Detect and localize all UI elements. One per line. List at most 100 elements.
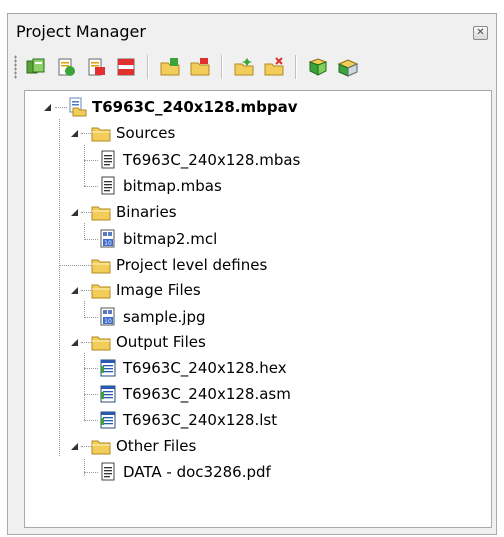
svg-text:10: 10	[104, 240, 112, 247]
image-file-icon: 10	[98, 307, 118, 327]
project-manager-panel: Project Manager ✕ T6963C_240x128.mbpav S…	[7, 13, 497, 535]
file-label: T6963C_240x128.hex	[123, 359, 287, 377]
tree-line	[84, 472, 98, 473]
add-file-icon	[58, 58, 75, 76]
tree-file[interactable]: 10 sample.jpg	[98, 307, 206, 327]
source-file-icon	[98, 150, 118, 170]
binary-file-icon: 10	[98, 229, 118, 249]
tree-line	[84, 317, 98, 318]
tree-file[interactable]: bitmap.mbas	[98, 176, 222, 196]
open-project-icon	[26, 58, 45, 74]
tree-line	[59, 265, 91, 266]
collapse-arrow-icon[interactable]	[43, 103, 52, 112]
add-folder-button[interactable]	[232, 55, 256, 79]
folder-label: Output Files	[116, 333, 206, 351]
tree-line	[59, 119, 60, 456]
folder-label: Binaries	[116, 203, 177, 221]
folder-label: Project level defines	[116, 256, 268, 274]
tree-line	[84, 145, 85, 186]
collapse-arrow-icon[interactable]	[70, 208, 79, 217]
tree-file[interactable]: T6963C_240x128.mbas	[98, 150, 300, 170]
remove-all-button[interactable]	[114, 55, 138, 79]
output-file-icon	[98, 384, 118, 404]
tree-item-project[interactable]: T6963C_240x128.mbpav	[67, 97, 298, 117]
tree-file[interactable]: 10 bitmap2.mcl	[98, 229, 217, 249]
new-folder-icon	[160, 58, 180, 76]
svg-text:10: 10	[104, 318, 112, 325]
collapse-arrow-icon[interactable]	[70, 129, 79, 138]
output-file-icon	[98, 410, 118, 430]
folder-icon	[91, 280, 111, 300]
file-label: T6963C_240x128.mbas	[123, 151, 301, 169]
folder-icon	[91, 202, 111, 222]
folder-icon	[91, 123, 111, 143]
collapse-arrow-icon[interactable]	[70, 338, 79, 347]
remove-file-icon	[88, 58, 105, 76]
build-icon	[308, 58, 328, 76]
tree-line	[84, 301, 85, 318]
tree-folder-images[interactable]: Image Files	[91, 280, 201, 300]
collapse-arrow-icon[interactable]	[70, 286, 79, 295]
remove-folder-button[interactable]	[262, 55, 286, 79]
tree-file[interactable]: T6963C_240x128.asm	[98, 384, 291, 404]
tree-line	[81, 290, 91, 291]
rename-folder-button[interactable]	[188, 55, 212, 79]
file-label: T6963C_240x128.asm	[123, 385, 291, 403]
tree-file[interactable]: T6963C_240x128.hex	[98, 358, 287, 378]
remove-file-button[interactable]	[84, 55, 108, 79]
add-file-button[interactable]	[54, 55, 78, 79]
tree-line	[84, 459, 85, 476]
document-file-icon	[98, 462, 118, 482]
file-label: DATA - doc3286.pdf	[123, 463, 271, 481]
tree-folder-others[interactable]: Other Files	[91, 436, 196, 456]
tree-file[interactable]: T6963C_240x128.lst	[98, 410, 277, 430]
remove-all-icon	[117, 58, 135, 76]
open-project-button[interactable]	[24, 55, 48, 79]
folder-icon	[91, 255, 111, 275]
file-label: sample.jpg	[123, 308, 206, 326]
project-tree[interactable]: T6963C_240x128.mbpav Sources T6963C_240x…	[24, 90, 492, 528]
folder-label: Sources	[116, 124, 176, 142]
panel-title: Project Manager	[16, 22, 146, 41]
tree-line	[81, 212, 91, 213]
folder-icon	[91, 332, 111, 352]
tree-line	[81, 133, 91, 134]
toolbar-grip[interactable]	[14, 55, 17, 79]
output-file-icon	[98, 358, 118, 378]
tree-line	[84, 368, 98, 369]
remove-folder-icon	[264, 57, 284, 76]
tree-folder-sources[interactable]: Sources	[91, 123, 175, 143]
tree-line	[55, 107, 67, 108]
tree-folder-defines[interactable]: Project level defines	[91, 255, 267, 275]
tree-line	[84, 223, 85, 240]
project-name: T6963C_240x128.mbpav	[92, 98, 298, 116]
folder-label: Image Files	[116, 281, 201, 299]
tree-line	[84, 239, 98, 240]
tree-line	[81, 446, 91, 447]
file-label: T6963C_240x128.lst	[123, 411, 278, 429]
tree-line	[84, 186, 98, 187]
build-button[interactable]	[306, 55, 330, 79]
close-button[interactable]: ✕	[473, 26, 488, 40]
file-label: bitmap2.mcl	[123, 230, 218, 248]
new-folder-button[interactable]	[158, 55, 182, 79]
build-all-button[interactable]	[336, 55, 360, 79]
tree-folder-outputs[interactable]: Output Files	[91, 332, 206, 352]
tree-line	[81, 342, 91, 343]
close-icon: ✕	[476, 27, 485, 38]
file-label: bitmap.mbas	[123, 177, 222, 195]
collapse-arrow-icon[interactable]	[70, 442, 79, 451]
toolbar	[14, 52, 363, 82]
source-file-icon	[98, 176, 118, 196]
tree-file[interactable]: DATA - doc3286.pdf	[98, 462, 271, 482]
tree-folder-binaries[interactable]: Binaries	[91, 202, 177, 222]
project-icon	[67, 97, 87, 117]
tree-line	[84, 160, 98, 161]
tree-line	[84, 353, 85, 420]
folder-icon	[91, 436, 111, 456]
toolbar-separator	[295, 55, 297, 79]
folder-label: Other Files	[116, 437, 197, 455]
tree-line	[84, 394, 98, 395]
rename-folder-icon	[190, 58, 210, 76]
build-all-icon	[337, 59, 359, 77]
